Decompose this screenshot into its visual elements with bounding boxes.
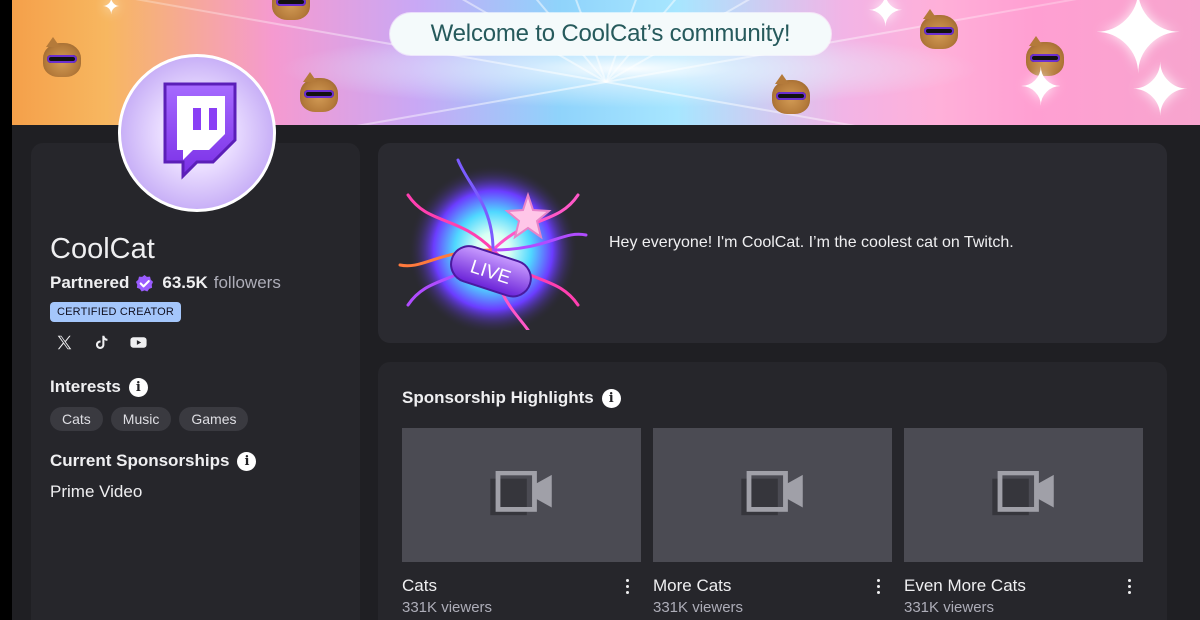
more-options-icon[interactable] bbox=[872, 576, 884, 596]
video-camera-icon bbox=[991, 471, 1054, 516]
cat-sticker bbox=[272, 0, 310, 20]
more-options-icon[interactable] bbox=[1123, 576, 1135, 596]
video-camera-icon bbox=[740, 471, 803, 516]
about-card: LIVE Hey everyone! I'm CoolCat. I’m the … bbox=[378, 143, 1167, 343]
sponsorship-highlights-card: Sponsorship Highlights i Cats 331K viewe… bbox=[378, 362, 1167, 620]
cat-sticker bbox=[772, 74, 810, 114]
sparkle-icon: ✦ bbox=[1130, 51, 1191, 125]
live-swirl-icon: LIVE bbox=[398, 158, 588, 330]
video-thumbnail[interactable] bbox=[904, 428, 1143, 562]
interest-tag[interactable]: Music bbox=[110, 407, 172, 431]
sponsorships-title: Current Sponsorships bbox=[50, 451, 230, 470]
video-title[interactable]: More Cats bbox=[653, 576, 731, 596]
video-card[interactable]: More Cats 331K viewers bbox=[653, 428, 892, 616]
cat-sticker bbox=[300, 72, 338, 112]
x-icon[interactable] bbox=[54, 332, 74, 352]
youtube-icon[interactable] bbox=[128, 332, 148, 352]
social-links bbox=[54, 332, 148, 352]
creator-profile-page: ✦ ✦ ✦ ✦ ✦ Welcome to CoolCat’s community… bbox=[0, 0, 1200, 620]
welcome-banner-text: Welcome to CoolCat’s community! bbox=[390, 13, 831, 55]
video-title[interactable]: Cats bbox=[402, 576, 437, 596]
twitch-logo-icon bbox=[163, 82, 237, 180]
verified-badge-icon bbox=[135, 274, 154, 293]
channel-name: CoolCat bbox=[50, 233, 155, 265]
highlights-title: Sponsorship Highlights bbox=[402, 388, 594, 407]
about-text: Hey everyone! I'm CoolCat. I’m the coole… bbox=[609, 234, 1014, 251]
cat-sticker bbox=[920, 9, 958, 49]
info-icon[interactable]: i bbox=[601, 388, 621, 408]
avatar[interactable] bbox=[118, 54, 276, 212]
interests-heading: Interests i bbox=[50, 377, 148, 397]
highlights-heading: Sponsorship Highlights i bbox=[402, 388, 621, 408]
video-title[interactable]: Even More Cats bbox=[904, 576, 1026, 596]
sparkle-icon: ✦ bbox=[102, 0, 121, 19]
video-card[interactable]: Cats 331K viewers bbox=[402, 428, 641, 616]
info-icon[interactable]: i bbox=[128, 377, 148, 397]
interests-title: Interests bbox=[50, 377, 121, 396]
video-camera-icon bbox=[489, 471, 552, 516]
video-viewers: 331K viewers bbox=[653, 599, 744, 616]
video-viewers: 331K viewers bbox=[904, 599, 995, 616]
partner-status-row: Partnered 63.5K followers bbox=[50, 272, 281, 294]
video-card[interactable]: Even More Cats 331K viewers bbox=[904, 428, 1143, 616]
video-thumbnail[interactable] bbox=[402, 428, 641, 562]
more-options-icon[interactable] bbox=[621, 576, 633, 596]
current-sponsor: Prime Video bbox=[50, 482, 143, 501]
interest-tag[interactable]: Games bbox=[179, 407, 249, 431]
video-thumbnail[interactable] bbox=[653, 428, 892, 562]
info-icon[interactable]: i bbox=[237, 451, 257, 471]
certified-creator-badge: CERTIFIED CREATOR bbox=[50, 302, 182, 322]
sparkle-icon: ✦ bbox=[1019, 59, 1063, 117]
followers-label: followers bbox=[213, 273, 281, 292]
video-viewers: 331K viewers bbox=[402, 599, 493, 616]
cat-sticker bbox=[43, 37, 81, 77]
partnered-label: Partnered bbox=[50, 273, 130, 292]
interest-tags: Cats Music Games bbox=[50, 407, 249, 431]
sparkle-icon: ✦ bbox=[867, 0, 904, 36]
sponsorships-heading: Current Sponsorships i bbox=[50, 451, 257, 471]
tiktok-icon[interactable] bbox=[91, 332, 111, 352]
interest-tag[interactable]: Cats bbox=[50, 407, 103, 431]
followers-count: 63.5K bbox=[162, 273, 208, 292]
